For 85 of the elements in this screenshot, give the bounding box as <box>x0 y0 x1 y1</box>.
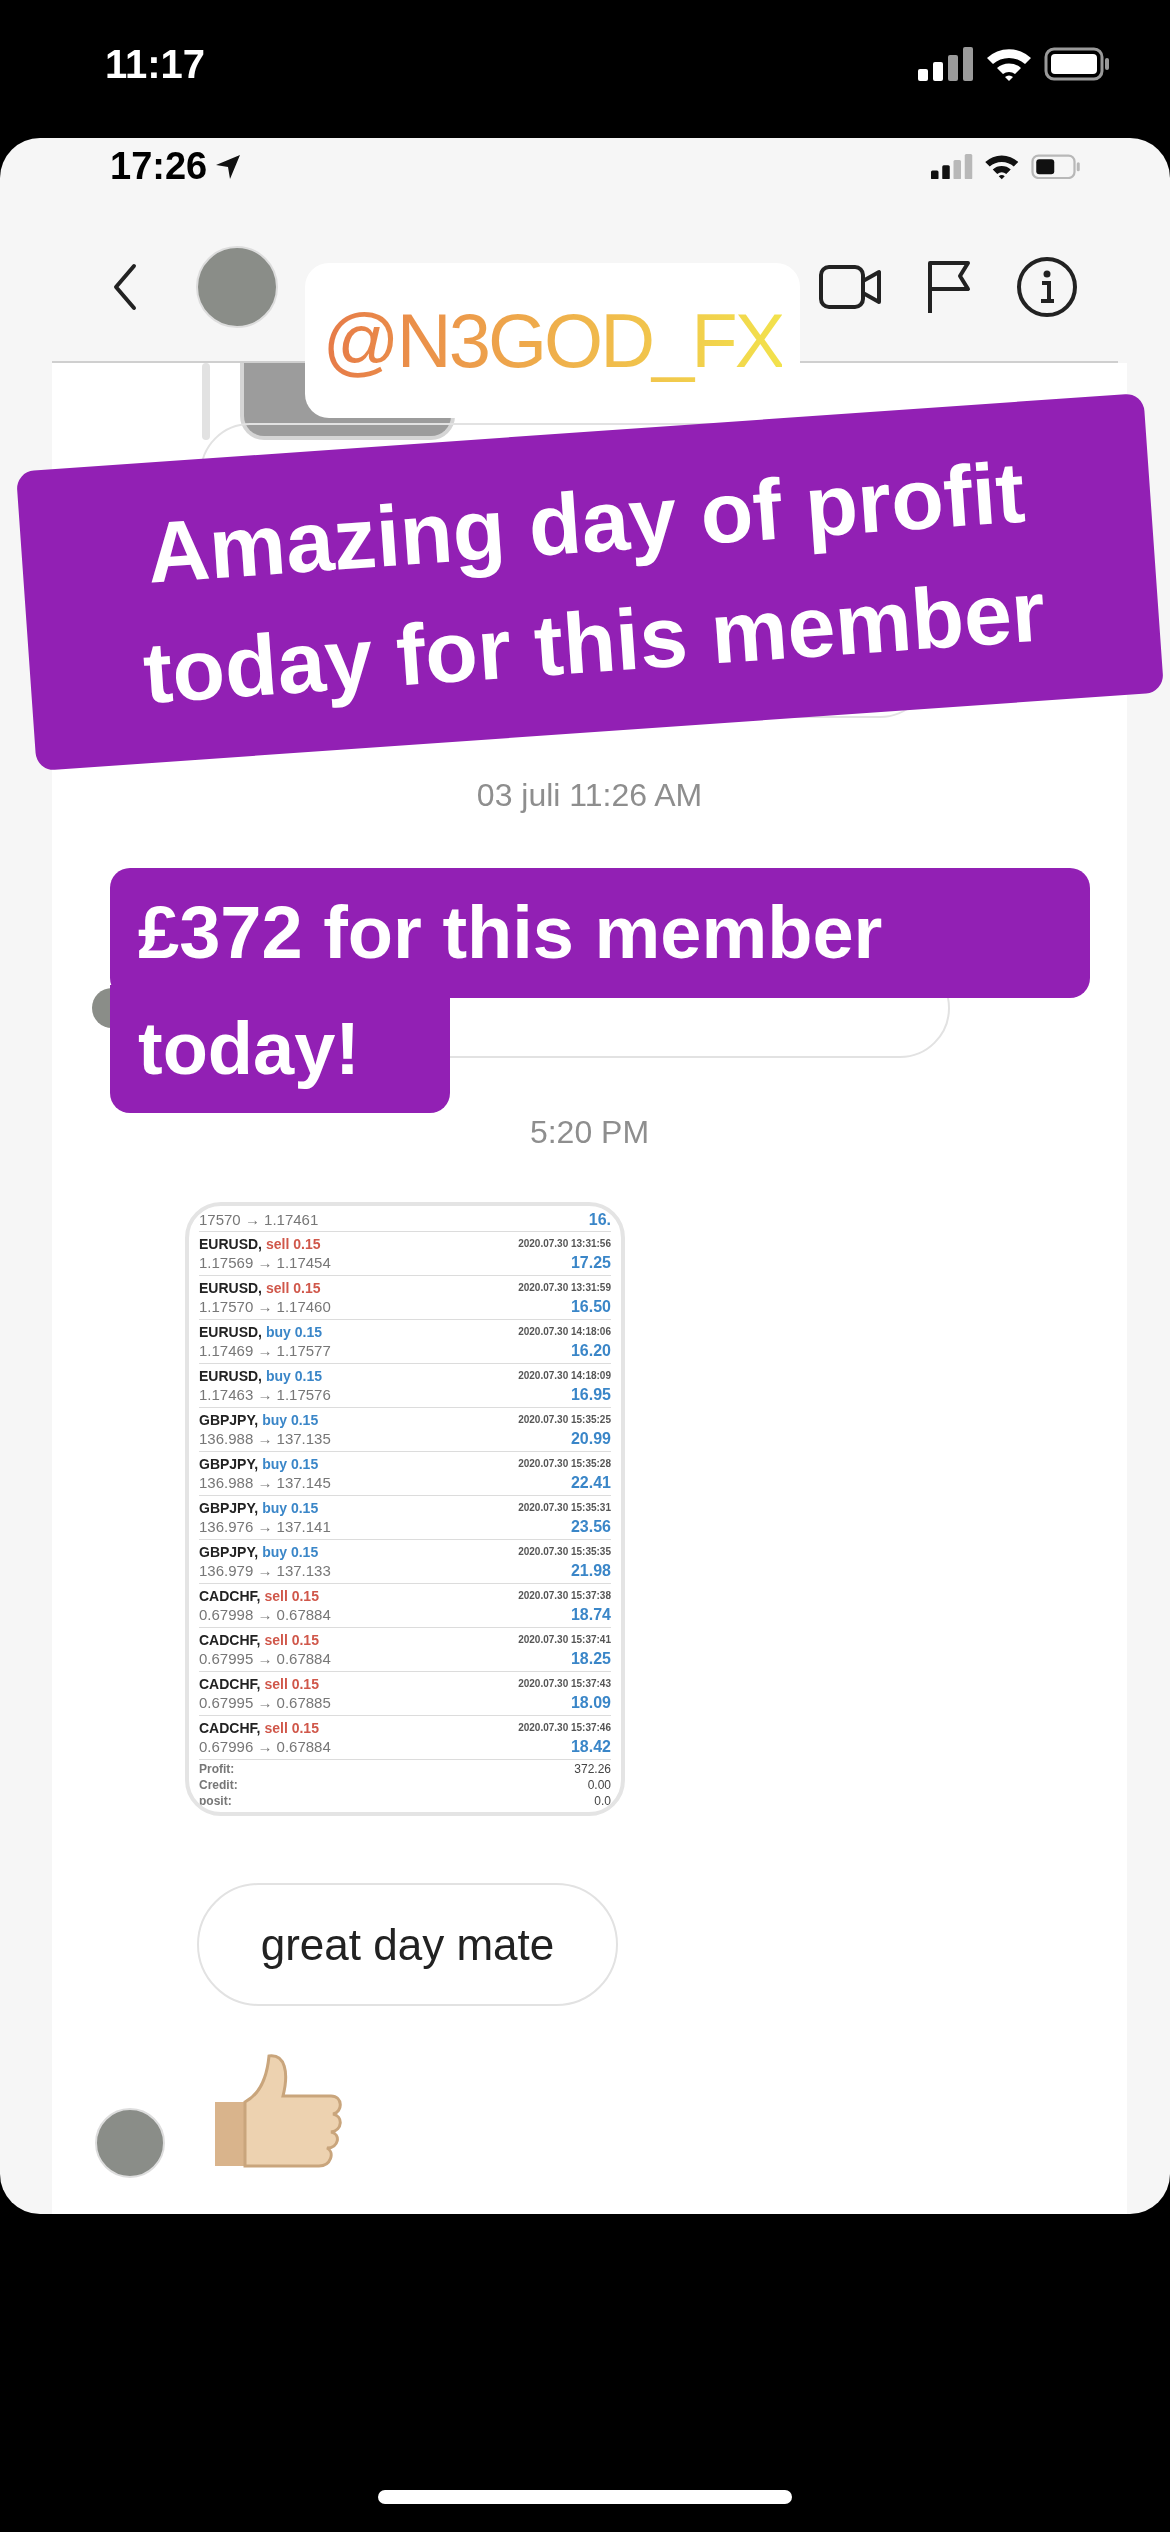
trade-symbol: GBPJPY, <box>199 1542 259 1561</box>
trade-order: buy 0.15 <box>262 1498 319 1517</box>
caption-sticker: today! <box>110 985 450 1113</box>
trade-time: 2020.07.30 15:35:31 <box>518 1500 611 1515</box>
trade-order: buy 0.15 <box>262 1542 319 1561</box>
trade-prices: 0.67995 → 0.67884 <box>199 1648 331 1669</box>
trade-profit: 16. <box>588 1211 611 1229</box>
trade-order: sell 0.15 <box>266 1278 321 1297</box>
trade-symbol: CADCHF, <box>199 1630 261 1649</box>
trade-order: sell 0.15 <box>264 1674 319 1693</box>
trade-symbol: EURUSD, <box>199 1234 262 1253</box>
trade-symbol: EURUSD, <box>199 1278 262 1297</box>
trade-time: 2020.07.30 15:37:46 <box>518 1720 611 1735</box>
trade-profit: 16.20 <box>570 1340 611 1361</box>
trade-prices: 1.17570 → 1.17460 <box>199 1296 331 1317</box>
inner-status-time: 17:26 <box>110 144 208 189</box>
trade-profit: 18.42 <box>570 1736 611 1757</box>
trade-symbol: CADCHF, <box>199 1586 261 1605</box>
summary-label: Credit: <box>199 1777 238 1793</box>
trade-time: 2020.07.30 15:37:38 <box>518 1588 611 1603</box>
trade-symbol: GBPJPY, <box>199 1410 259 1429</box>
trade-profit: 21.98 <box>570 1560 611 1581</box>
trade-profit: 18.09 <box>570 1692 611 1713</box>
trade-time: 2020.07.30 15:35:35 <box>518 1544 611 1559</box>
trade-time: 2020.07.30 15:37:43 <box>518 1676 611 1691</box>
trade-symbol: CADCHF, <box>199 1674 261 1693</box>
trade-prices: 136.988 → 137.145 <box>199 1472 331 1493</box>
info-icon[interactable] <box>1016 256 1078 318</box>
trade-time: 2020.07.30 15:35:25 <box>518 1412 611 1427</box>
trade-time: 2020.07.30 14:18:06 <box>518 1324 611 1339</box>
message-bubble: great day mate <box>197 1883 618 2006</box>
handle-sticker: @N3GOD_FX <box>305 263 800 418</box>
trade-prices: 136.976 → 137.141 <box>199 1516 331 1537</box>
trade-prices: 136.979 → 137.133 <box>199 1560 331 1581</box>
trade-profit: 22.41 <box>570 1472 611 1493</box>
time-label: 5:20 PM <box>528 1113 651 1152</box>
trade-symbol: GBPJPY, <box>199 1454 259 1473</box>
trade-prices: 0.67995 → 0.67885 <box>199 1692 331 1713</box>
trade-profit: 18.74 <box>570 1604 611 1625</box>
trade-prices: 1.17569 → 1.17454 <box>199 1252 331 1273</box>
trade-prices: 1.17463 → 1.17576 <box>199 1384 331 1405</box>
trade-order: buy 0.15 <box>262 1454 319 1473</box>
location-arrow-icon <box>215 153 242 180</box>
trade-order: sell 0.15 <box>264 1718 319 1737</box>
summary-value: 0.0 <box>594 1793 611 1809</box>
battery-icon <box>1030 153 1080 180</box>
date-label: 03 juli 11:26 AM <box>475 776 704 815</box>
trade-order: sell 0.15 <box>264 1586 319 1605</box>
summary-value: 0.00 <box>587 1777 611 1793</box>
trade-time: 2020.07.30 13:31:56 <box>518 1236 611 1251</box>
signal-icon <box>918 47 974 81</box>
summary-value: 372.26 <box>574 1761 611 1777</box>
battery-icon <box>1044 47 1110 81</box>
trade-profit: 16.95 <box>570 1384 611 1405</box>
trade-order: buy 0.15 <box>262 1410 319 1429</box>
video-camera-icon[interactable] <box>818 264 882 310</box>
trade-time: 2020.07.30 15:37:41 <box>518 1632 611 1647</box>
trade-profit: 23.56 <box>570 1516 611 1537</box>
summary-label: Profit: <box>199 1761 235 1777</box>
trade-prices: 0.67998 → 0.67884 <box>199 1604 331 1625</box>
summary-label: posit: <box>199 1793 232 1809</box>
trade-symbol: EURUSD, <box>199 1366 262 1385</box>
trade-order: sell 0.15 <box>264 1630 319 1649</box>
trade-symbol: GBPJPY, <box>199 1498 259 1517</box>
caption-sticker: £372 for this member <box>110 868 1090 998</box>
flag-icon[interactable] <box>926 259 972 315</box>
trade-symbol: CADCHF, <box>199 1718 261 1737</box>
trade-order: sell 0.15 <box>266 1234 321 1253</box>
status-time: 11:17 <box>105 41 206 88</box>
trade-prices: 136.988 → 137.135 <box>199 1428 331 1449</box>
trade-prices: 0.67996 → 0.67884 <box>199 1736 331 1757</box>
trade-order: buy 0.15 <box>266 1366 323 1385</box>
wifi-icon <box>983 153 1021 180</box>
trade-profit: 17.25 <box>570 1252 611 1273</box>
trade-time: 2020.07.30 15:35:28 <box>518 1456 611 1471</box>
trade-profit: 20.99 <box>570 1428 611 1449</box>
signal-icon <box>931 153 973 180</box>
trade-profit: 18.25 <box>570 1648 611 1669</box>
trade-time: 2020.07.30 13:31:59 <box>518 1280 611 1295</box>
trade-profit: 16.50 <box>570 1296 611 1317</box>
trade-prices: 1.17469 → 1.17577 <box>199 1340 331 1361</box>
trade-time: 2020.07.30 14:18:09 <box>518 1368 611 1383</box>
trade-order: buy 0.15 <box>266 1322 323 1341</box>
trade-prices: 17570 → 1.17461 <box>199 1211 319 1229</box>
trade-symbol: EURUSD, <box>199 1322 262 1341</box>
